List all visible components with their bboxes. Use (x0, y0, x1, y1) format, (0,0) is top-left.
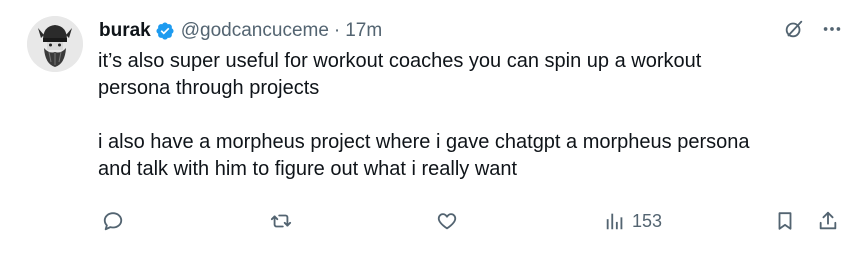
tweet-text-line: i also have a morpheus project where i g… (98, 131, 750, 153)
more-icon[interactable] (821, 18, 843, 40)
retweet-icon (270, 214, 292, 228)
reply-button[interactable] (102, 210, 124, 232)
separator-dot: · (333, 20, 341, 41)
tweet-text-line: it’s also super useful for workout coach… (98, 50, 702, 72)
author-handle[interactable]: @godcancuceme (181, 20, 329, 42)
reply-icon (103, 212, 123, 231)
share-button[interactable] (817, 210, 839, 232)
retweet-button[interactable] (270, 210, 292, 232)
avatar[interactable] (27, 16, 83, 72)
tweet-text-line: persona through projects (98, 77, 320, 99)
views-count: 153 (632, 210, 663, 231)
grok-icon[interactable] (783, 18, 805, 40)
bookmark-button[interactable] (774, 210, 796, 232)
share-icon (819, 211, 837, 230)
verified-badge-icon (155, 21, 175, 41)
like-button[interactable] (436, 210, 458, 232)
like-icon (437, 213, 457, 230)
tweet-header: burak @godcancuceme · 17m (99, 17, 382, 45)
bookmark-icon (778, 212, 792, 230)
tweet: burak @godcancuceme · 17m it’s also supe… (0, 0, 865, 256)
avatar-image (27, 16, 83, 72)
timestamp[interactable]: 17m (345, 20, 382, 42)
views-icon (606, 213, 623, 230)
tweet-text: it’s also super useful for workout coach… (98, 48, 838, 183)
tweet-actions: 153 (0, 210, 865, 240)
tweet-text-line: and talk with him to figure out what i r… (98, 158, 518, 180)
author-name[interactable]: burak (99, 20, 151, 42)
views-button[interactable]: 153 (604, 210, 662, 232)
top-actions (783, 18, 843, 40)
